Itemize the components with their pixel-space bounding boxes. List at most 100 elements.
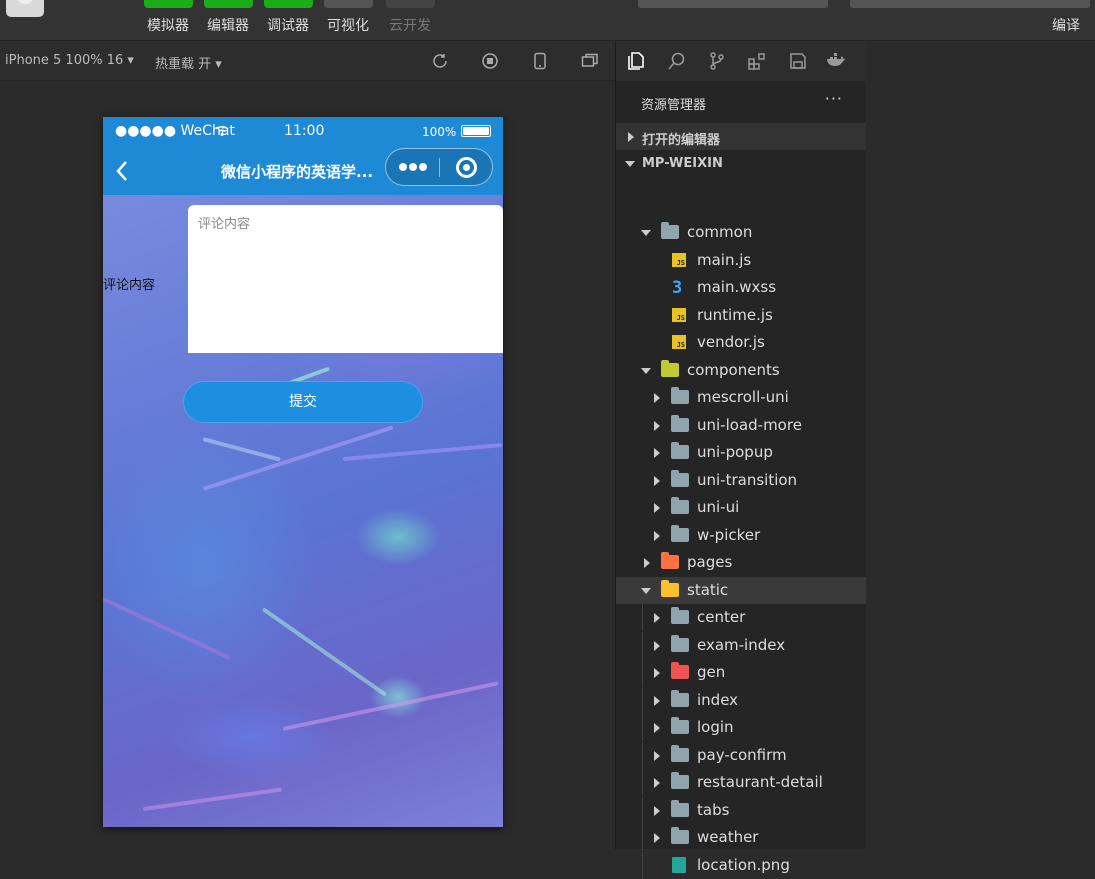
tree-item-login[interactable]: login <box>616 714 867 741</box>
tree-item-uni-transition[interactable]: uni-transition <box>616 467 867 494</box>
tree-item-weather[interactable]: weather <box>616 824 867 851</box>
avatar[interactable] <box>6 0 44 17</box>
tree-item-label: restaurant-detail <box>697 773 823 791</box>
folder-icon <box>671 607 689 624</box>
tree-item-vendor-js[interactable]: JS vendor.js <box>616 329 867 356</box>
tree-item-label: uni-popup <box>697 443 773 461</box>
tree-item-center[interactable]: center <box>616 604 867 631</box>
tree-item-label: main.wxss <box>697 278 777 296</box>
more-dot-icon <box>409 163 417 171</box>
chevron-right-icon <box>654 751 660 761</box>
submit-button[interactable]: 提交 <box>183 381 423 423</box>
chevron-right-icon <box>654 476 660 486</box>
tree-item-gen[interactable]: gen <box>616 659 867 686</box>
refresh-icon[interactable] <box>431 52 449 70</box>
device-select[interactable]: iPhone 5 100% 16 ▾ <box>5 53 134 68</box>
tree-item-uni-ui[interactable]: uni-ui <box>616 494 867 521</box>
chevron-down-icon <box>641 230 651 236</box>
toolbar-button-label: 云开发 <box>389 18 431 34</box>
tree-item-location-png[interactable]: location.png <box>616 852 867 879</box>
docker-icon[interactable] <box>826 51 846 71</box>
tree-item-main-js[interactable]: JS main.js <box>616 247 867 274</box>
folder-icon <box>671 525 689 542</box>
toolbar-button[interactable]: 调试器 <box>262 0 314 35</box>
background-streak <box>202 437 281 462</box>
search-icon[interactable] <box>667 51 687 71</box>
comment-textarea[interactable]: 评论内容 <box>188 205 503 353</box>
folder-icon <box>671 690 689 707</box>
tree-item-label: login <box>697 718 734 736</box>
toolbar-button[interactable]: 模拟器 <box>142 0 194 35</box>
tree-item-label: pages <box>687 553 733 571</box>
explorer-icon[interactable] <box>626 51 646 71</box>
battery-percent: 100% <box>422 125 457 139</box>
explorer-title: 资源管理器 <box>641 98 707 113</box>
more-actions-icon[interactable]: ··· <box>825 89 843 108</box>
chevron-right-icon <box>654 448 660 458</box>
indent-guide <box>642 797 643 824</box>
compile-button[interactable]: 编译 <box>1052 15 1080 35</box>
open-editors-section[interactable]: 打开的编辑器 <box>616 123 867 150</box>
chevron-right-icon <box>654 696 660 706</box>
project-section[interactable]: MP-WEIXIN <box>616 150 867 177</box>
simulator-panel: iPhone 5 100% 16 ▾ 热重载 开 ▾ ●●●●● WeChat <box>0 41 615 849</box>
background-streak <box>142 787 282 811</box>
image-file-icon <box>672 857 686 873</box>
tree-item-uni-load-more[interactable]: uni-load-more <box>616 412 867 439</box>
toolbar-button-icon <box>203 0 253 8</box>
folder-icon <box>671 415 689 432</box>
save-icon[interactable] <box>788 51 808 71</box>
indent-guide <box>642 659 643 686</box>
tree-item-exam-index[interactable]: exam-index <box>616 632 867 659</box>
close-mini-program-icon[interactable] <box>456 157 477 178</box>
tree-item-runtime-js[interactable]: JS runtime.js <box>616 302 867 329</box>
chevron-down-icon <box>625 161 635 167</box>
indent-guide <box>642 769 643 796</box>
compile-mode-select[interactable] <box>850 0 1090 8</box>
chevron-right-icon <box>654 833 660 843</box>
tree-item-main-wxss[interactable]: 3 main.wxss <box>616 274 867 301</box>
chevron-right-icon <box>628 132 634 142</box>
extensions-icon[interactable] <box>747 51 767 71</box>
more-menu-button[interactable] <box>386 149 439 185</box>
chevron-right-icon <box>654 613 660 623</box>
hot-reload-toggle[interactable]: 热重载 开 ▾ <box>155 53 222 72</box>
simulator-toolbar: iPhone 5 100% 16 ▾ 热重载 开 ▾ <box>0 41 615 81</box>
stop-icon[interactable] <box>481 52 499 70</box>
indent-guide <box>642 687 643 714</box>
folder-icon <box>661 552 679 569</box>
folder-open-icon <box>661 222 679 239</box>
detach-window-icon[interactable] <box>581 52 599 70</box>
toolbar-button[interactable]: 可视化 <box>322 0 374 35</box>
tree-item-label: gen <box>697 663 726 681</box>
toolbar-button-icon <box>323 0 373 8</box>
tree-item-label: main.js <box>697 251 752 269</box>
js-file-icon: JS <box>672 308 686 322</box>
explorer-panel: 资源管理器 ··· 打开的编辑器 MP-WEIXIN common JS main.… <box>615 41 867 879</box>
mode-select[interactable] <box>638 0 828 8</box>
js-file-icon: JS <box>672 253 686 267</box>
background-streak <box>261 607 388 697</box>
open-editors-label: 打开的编辑器 <box>642 133 721 148</box>
tree-item-components[interactable]: components <box>616 357 867 384</box>
phone-icon[interactable] <box>531 52 549 70</box>
chevron-down-icon <box>641 588 651 594</box>
toolbar-button[interactable]: 云开发 <box>384 0 436 35</box>
tree-item-mescroll-uni[interactable]: mescroll-uni <box>616 384 867 411</box>
tree-item-w-picker[interactable]: w-picker <box>616 522 867 549</box>
source-control-icon[interactable] <box>707 51 727 71</box>
tree-item-tabs[interactable]: tabs <box>616 797 867 824</box>
mini-program-capsule <box>385 148 493 186</box>
back-arrow-icon[interactable] <box>115 160 129 182</box>
folder-icon <box>671 745 689 762</box>
chevron-right-icon <box>644 558 650 568</box>
tree-item-common[interactable]: common <box>616 219 867 246</box>
folder-icon <box>671 662 689 679</box>
tree-item-pages[interactable]: pages <box>616 549 867 576</box>
tree-item-index[interactable]: index <box>616 687 867 714</box>
tree-item-pay-confirm[interactable]: pay-confirm <box>616 742 867 769</box>
toolbar-button[interactable]: 编辑器 <box>202 0 254 35</box>
tree-item-uni-popup[interactable]: uni-popup <box>616 439 867 466</box>
tree-item-static[interactable]: static <box>616 577 867 604</box>
tree-item-restaurant-detail[interactable]: restaurant-detail <box>616 769 867 796</box>
